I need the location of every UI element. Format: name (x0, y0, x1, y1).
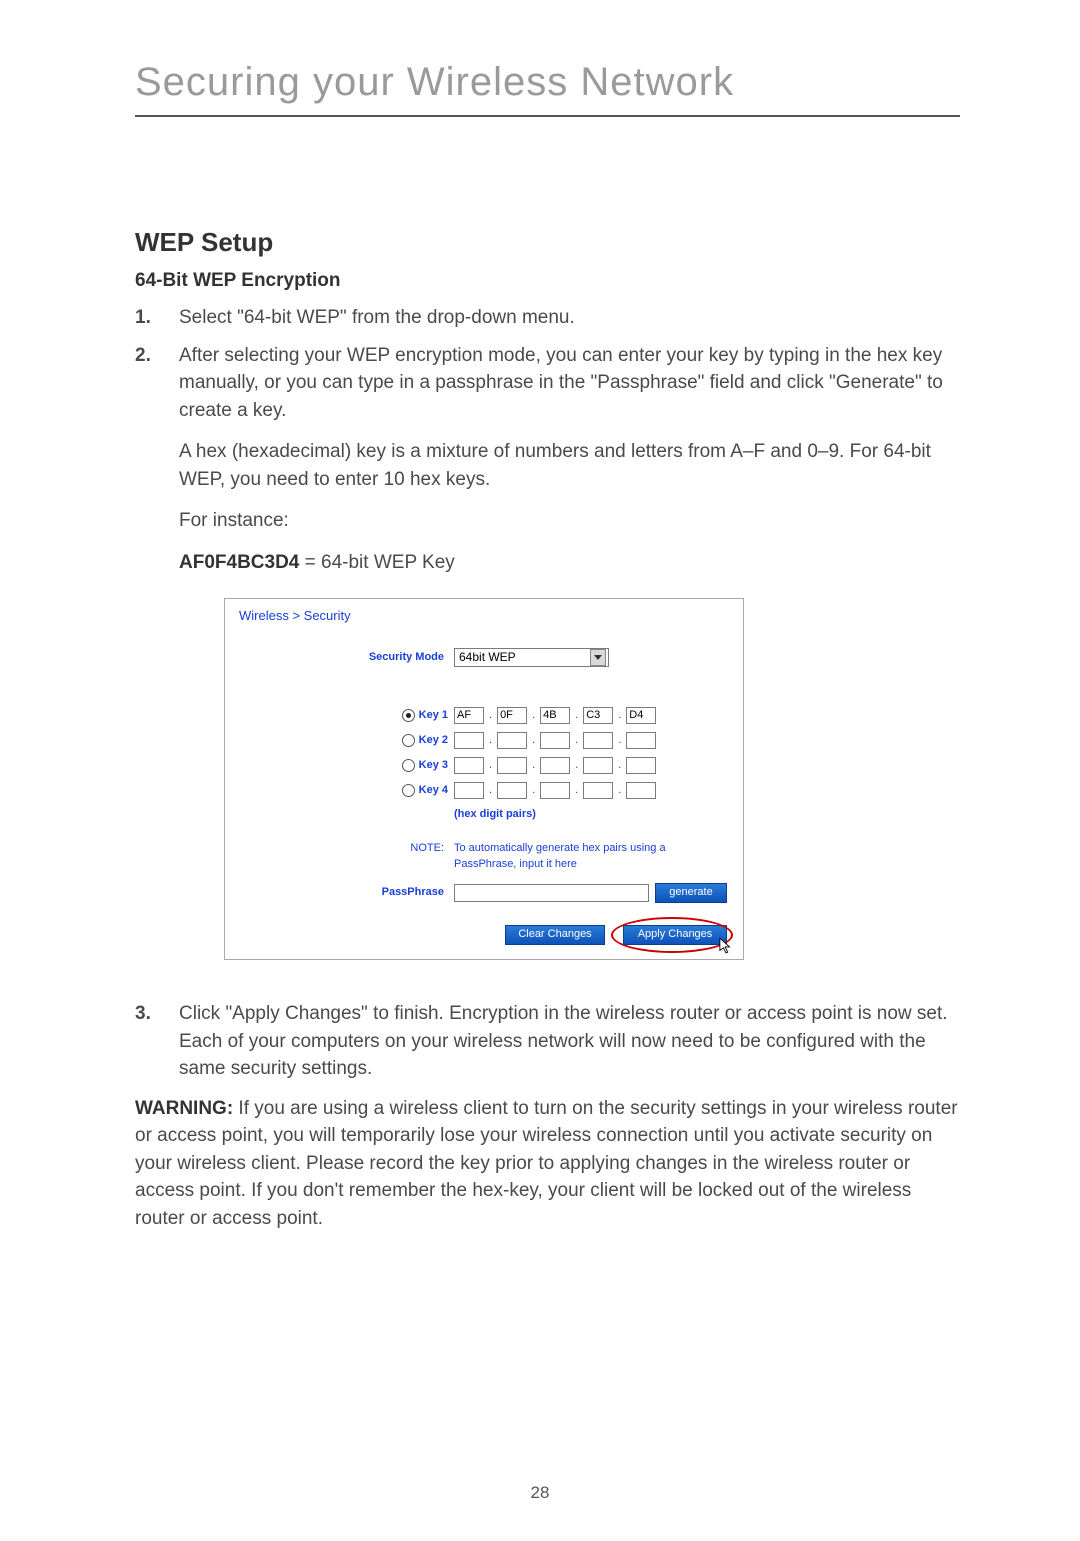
key-3-radio[interactable] (402, 759, 415, 772)
hex-dot: . (532, 733, 535, 749)
key-3-hex-3[interactable] (540, 757, 570, 774)
hex-dot: . (575, 708, 578, 724)
step-1: 1. Select "64-bit WEP" from the drop-dow… (135, 304, 960, 332)
step-3-number: 3. (135, 1000, 179, 1028)
apply-changes-button[interactable]: Apply Changes (623, 925, 727, 945)
step-2-para3: For instance: (179, 507, 960, 535)
key-2-hex-4[interactable] (583, 732, 613, 749)
key-4-radio[interactable] (402, 784, 415, 797)
generate-button[interactable]: generate (655, 883, 727, 903)
key-4-hex-4[interactable] (583, 782, 613, 799)
note-text: To automatically generate hex pairs usin… (454, 841, 709, 873)
key-4-hex-1[interactable] (454, 782, 484, 799)
note-label: NOTE: (239, 841, 454, 873)
key-1-label: Key 1 (419, 708, 448, 724)
key-1-hex-1[interactable]: AF (454, 707, 484, 724)
key-4-hex-2[interactable] (497, 782, 527, 799)
hex-dot: . (532, 708, 535, 724)
key-1-hex-4[interactable]: C3 (583, 707, 613, 724)
section-heading: WEP Setup (135, 227, 960, 258)
key-2-hex-2[interactable] (497, 732, 527, 749)
key-4-hex-3[interactable] (540, 782, 570, 799)
key-3-row: Key 3 . . . . (239, 757, 729, 774)
hex-dot: . (618, 733, 621, 749)
key-3-hex-5[interactable] (626, 757, 656, 774)
cursor-icon (719, 937, 733, 955)
page-number: 28 (0, 1483, 1080, 1503)
hex-dot: . (489, 758, 492, 774)
hex-dot: . (618, 708, 621, 724)
hex-dot: . (489, 783, 492, 799)
key-2-radio[interactable] (402, 734, 415, 747)
key-1-radio[interactable] (402, 709, 415, 722)
key-2-hex-3[interactable] (540, 732, 570, 749)
key-1-row: Key 1 AF. 0F. 4B. C3. D4 (239, 707, 729, 724)
security-mode-select[interactable]: 64bit WEP (454, 648, 609, 667)
step-2-para2: A hex (hexadecimal) key is a mixture of … (179, 438, 960, 493)
wep-key-desc: = 64-bit WEP Key (299, 552, 454, 573)
step-2-text: After selecting your WEP encryption mode… (179, 342, 960, 425)
hex-dot: . (532, 783, 535, 799)
wep-key-code: AF0F4BC3D4 (179, 552, 299, 573)
step-1-text: Select "64-bit WEP" from the drop-down m… (179, 304, 960, 332)
key-1-hex-5[interactable]: D4 (626, 707, 656, 724)
note-row: NOTE: To automatically generate hex pair… (239, 841, 729, 873)
key-4-hex-5[interactable] (626, 782, 656, 799)
key-3-label: Key 3 (419, 758, 448, 774)
hex-pairs-note: (hex digit pairs) (454, 807, 729, 823)
hex-dot: . (575, 783, 578, 799)
sub-heading: 64-Bit WEP Encryption (135, 270, 960, 292)
warning-paragraph: WARNING: If you are using a wireless cli… (135, 1095, 960, 1233)
chevron-down-icon[interactable] (590, 649, 606, 666)
key-2-label: Key 2 (419, 733, 448, 749)
hex-dot: . (575, 733, 578, 749)
key-3-hex-2[interactable] (497, 757, 527, 774)
security-mode-value: 64bit WEP (459, 649, 516, 666)
passphrase-label: PassPhrase (239, 885, 454, 901)
key-3-hex-1[interactable] (454, 757, 484, 774)
hex-dot: . (532, 758, 535, 774)
security-panel: Wireless > Security Security Mode 64bit … (224, 598, 744, 960)
passphrase-input[interactable] (454, 884, 649, 902)
step-3: 3. Click "Apply Changes" to finish. Encr… (135, 1000, 960, 1083)
hex-dot: . (489, 733, 492, 749)
hex-dot: . (489, 708, 492, 724)
page-title: Securing your Wireless Network (135, 60, 960, 117)
hex-dot: . (575, 758, 578, 774)
key-2-hex-1[interactable] (454, 732, 484, 749)
hex-dot: . (618, 783, 621, 799)
key-1-hex-3[interactable]: 4B (540, 707, 570, 724)
step-2: 2. After selecting your WEP encryption m… (135, 342, 960, 990)
hex-dot: . (618, 758, 621, 774)
key-4-label: Key 4 (419, 783, 448, 799)
key-2-hex-5[interactable] (626, 732, 656, 749)
key-1-hex-2[interactable]: 0F (497, 707, 527, 724)
step-1-number: 1. (135, 304, 179, 332)
clear-changes-button[interactable]: Clear Changes (505, 925, 605, 945)
warning-text: If you are using a wireless client to tu… (135, 1098, 958, 1229)
key-4-row: Key 4 . . . . (239, 782, 729, 799)
step-3-text: Click "Apply Changes" to finish. Encrypt… (179, 1000, 960, 1083)
key-2-row: Key 2 . . . . (239, 732, 729, 749)
key-3-hex-4[interactable] (583, 757, 613, 774)
warning-label: WARNING: (135, 1098, 233, 1119)
security-mode-label: Security Mode (239, 650, 454, 666)
step-2-number: 2. (135, 342, 179, 370)
wep-key-line: AF0F4BC3D4 = 64-bit WEP Key (179, 549, 960, 577)
breadcrumb: Wireless > Security (239, 607, 729, 626)
